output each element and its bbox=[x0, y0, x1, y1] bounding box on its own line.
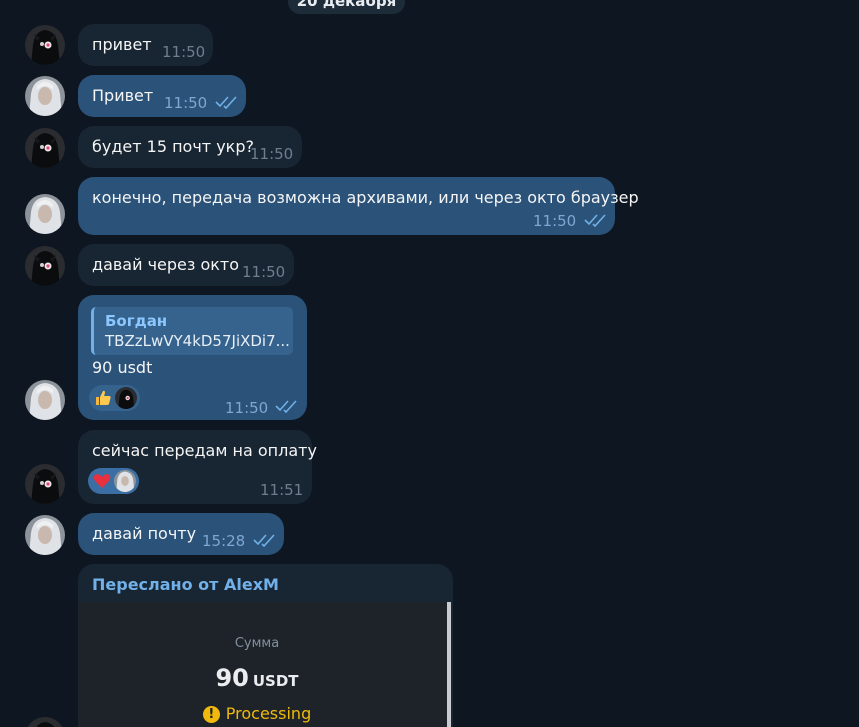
message-bubble-m8[interactable]: давай почту 15:28 bbox=[78, 513, 284, 555]
message-bubble-m4[interactable]: конечно, передача возможна архивами, или… bbox=[78, 177, 639, 235]
peer-avatar[interactable] bbox=[25, 717, 65, 727]
warning-icon: ! bbox=[202, 706, 220, 723]
message-bubble-m2[interactable]: Привет 11:50 bbox=[78, 75, 246, 117]
message-time: 11:50 bbox=[225, 399, 269, 417]
message-bubble-m1[interactable]: привет 11:50 bbox=[78, 24, 213, 66]
reaction-chip[interactable] bbox=[89, 385, 140, 411]
double-check-icon bbox=[275, 399, 299, 413]
peer-avatar[interactable] bbox=[25, 246, 65, 286]
message-time: 11:50 bbox=[162, 43, 206, 61]
amount-currency: USDT bbox=[252, 672, 299, 690]
reactor-avatar bbox=[115, 387, 137, 409]
peer-avatar-image bbox=[25, 246, 65, 286]
message-bubble-m3[interactable]: будет 15 почт укр? 11:50 bbox=[78, 126, 302, 168]
message-text: сейчас передам на оплату bbox=[92, 441, 317, 460]
reaction-chip[interactable] bbox=[88, 468, 139, 494]
message-text: давай через окто bbox=[92, 255, 240, 274]
peer-avatar-image bbox=[25, 717, 65, 727]
double-check-icon bbox=[215, 95, 239, 109]
message-time: 11:50 bbox=[242, 263, 286, 281]
double-check-icon bbox=[253, 533, 277, 547]
peer-avatar[interactable] bbox=[25, 25, 65, 65]
date-separator: 20 декабря bbox=[288, 0, 405, 14]
message-text: давай почту bbox=[92, 524, 197, 543]
message-bubble-m7[interactable]: сейчас передам на оплату 11:51 bbox=[78, 430, 317, 504]
image-edge bbox=[447, 602, 451, 727]
message-text: Привет bbox=[92, 86, 154, 105]
my-avatar-image bbox=[25, 76, 65, 116]
amount-number: 90 bbox=[215, 664, 249, 692]
double-check-icon bbox=[584, 213, 608, 227]
my-avatar-image bbox=[25, 380, 65, 420]
payment-status: ! Processing bbox=[78, 704, 436, 723]
message-text: конечно, передача возможна архивами, или… bbox=[92, 188, 639, 207]
message-text: будет 15 почт укр? bbox=[92, 137, 254, 156]
message-time: 11:50 bbox=[250, 145, 294, 163]
forwarded-from-label[interactable]: Переслано от AlexM bbox=[92, 575, 279, 594]
peer-avatar-image bbox=[25, 25, 65, 65]
amount-label: Сумма bbox=[234, 636, 280, 651]
heart-icon bbox=[93, 474, 111, 488]
message-bubble-m5[interactable]: давай через окто 11:50 bbox=[78, 244, 294, 286]
reply-author: Богдан bbox=[105, 312, 168, 330]
peer-avatar[interactable] bbox=[25, 128, 65, 168]
message-time: 11:50 bbox=[164, 94, 208, 112]
payment-status-text: Processing bbox=[225, 704, 312, 723]
peer-avatar[interactable] bbox=[25, 464, 65, 504]
message-time: 11:51 bbox=[260, 481, 304, 499]
message-text: 90 usdt bbox=[92, 358, 153, 377]
forwarded-message[interactable]: Переслано от AlexM Сумма 90 USDT ! Process… bbox=[78, 564, 453, 727]
my-avatar-image bbox=[25, 515, 65, 555]
message-text: привет bbox=[92, 35, 152, 54]
thumbs-up-icon bbox=[96, 390, 111, 405]
reply-text: TBZzLwVY4kD57JiXDi7... bbox=[105, 332, 290, 350]
my-avatar[interactable] bbox=[25, 380, 65, 420]
my-avatar[interactable] bbox=[25, 515, 65, 555]
peer-avatar-image bbox=[25, 128, 65, 168]
message-bubble-m6[interactable]: Богдан TBZzLwVY4kD57JiXDi7... 90 usdt 11… bbox=[78, 295, 307, 420]
amount-value: 90 USDT bbox=[78, 664, 436, 692]
my-avatar[interactable] bbox=[25, 194, 65, 234]
my-avatar-image bbox=[25, 194, 65, 234]
message-time: 15:28 bbox=[202, 532, 246, 550]
reactor-avatar bbox=[114, 470, 136, 492]
peer-avatar-image bbox=[25, 464, 65, 504]
my-avatar[interactable] bbox=[25, 76, 65, 116]
message-time: 11:50 bbox=[533, 212, 577, 230]
reply-quote[interactable]: Богдан TBZzLwVY4kD57JiXDi7... bbox=[91, 307, 293, 355]
